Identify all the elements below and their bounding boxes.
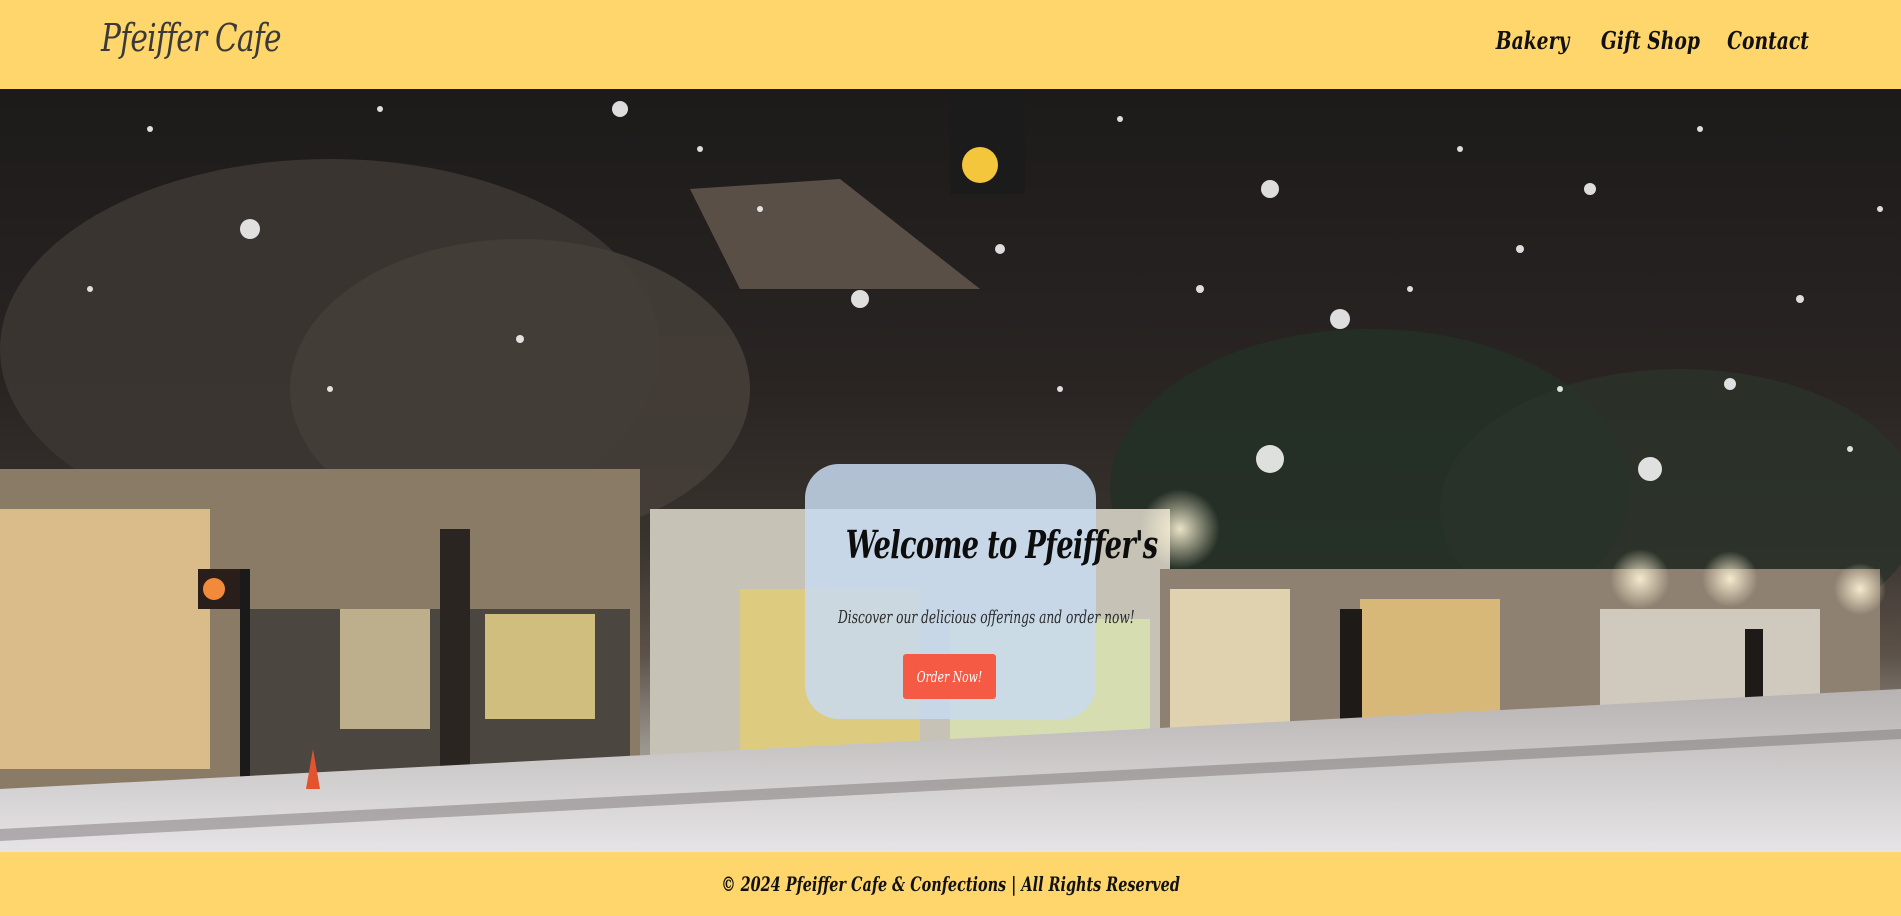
- welcome-subtitle: Discover our delicious offerings and ord…: [837, 607, 1135, 628]
- footer: © 2024 Pfeiffer Cafe & Confections | All…: [0, 852, 1901, 916]
- site-logo[interactable]: Pfeiffer Cafe: [101, 16, 282, 60]
- welcome-card: Welcome to Pfeiffer's Discover our delic…: [805, 464, 1158, 719]
- nav-link-contact[interactable]: Contact: [1727, 26, 1809, 55]
- order-now-button[interactable]: Order Now!: [903, 654, 996, 699]
- hero-banner: Welcome to Pfeiffer's Discover our delic…: [0, 89, 1901, 852]
- welcome-title: Welcome to Pfeiffer's: [845, 522, 1158, 567]
- nav-link-gift-shop[interactable]: Gift Shop: [1601, 26, 1700, 55]
- nav-link-bakery[interactable]: Bakery: [1496, 26, 1570, 55]
- navbar: Pfeiffer Cafe Bakery Gift Shop Contact: [0, 0, 1901, 89]
- order-now-label: Order Now!: [916, 667, 983, 686]
- footer-copyright: © 2024 Pfeiffer Cafe & Confections | All…: [721, 872, 1180, 896]
- nav-links: Bakery Gift Shop Contact: [1487, 26, 1809, 55]
